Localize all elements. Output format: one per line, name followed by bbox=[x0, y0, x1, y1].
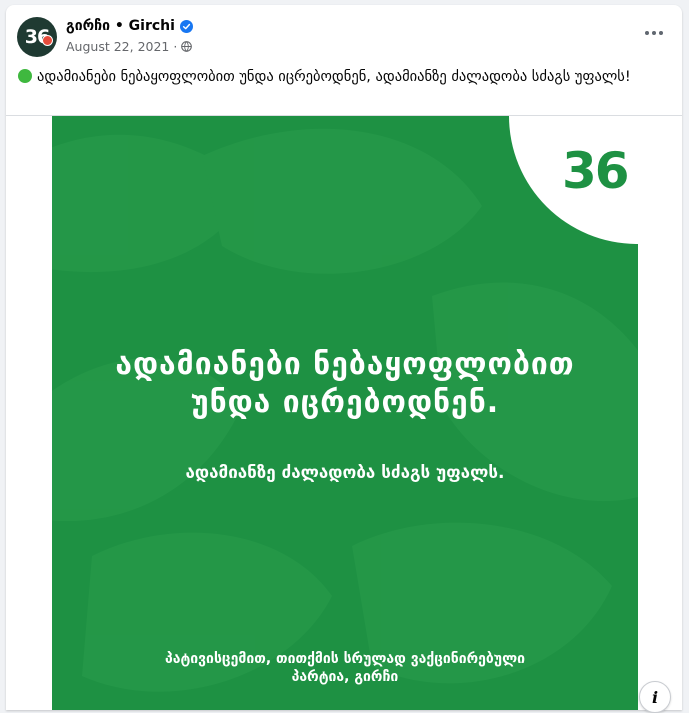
image-subhead: ადამიანზე ძალადობა სძაგს უფალს. bbox=[185, 463, 505, 483]
post-text-body: ადამიანები ნებაყოფლობით უნდა იცრებოდნენ,… bbox=[37, 69, 631, 85]
globe-icon[interactable] bbox=[181, 41, 193, 52]
page-avatar[interactable]: 36 bbox=[17, 17, 57, 57]
post-header: გირჩი • Girchi bbox=[66, 18, 193, 34]
page-name-link[interactable]: გირჩი • Girchi bbox=[66, 18, 175, 34]
headline-line-2: უნდა იცრებოდნენ. bbox=[190, 385, 500, 420]
more-dot bbox=[652, 31, 656, 35]
green-circle-emoji bbox=[18, 69, 32, 83]
avatar-dot bbox=[42, 35, 53, 46]
post-text: ადამიანები ნებაყოფლობით უნდა იცრებოდნენ,… bbox=[18, 67, 658, 88]
image-headline: ადამიანები ნებაყოფლობით უნდა იცრებოდნენ. bbox=[52, 346, 638, 422]
headline-line-1: ადამიანები ნებაყოფლობით bbox=[115, 347, 575, 382]
post-date-link[interactable]: August 22, 2021 bbox=[66, 39, 169, 54]
more-options-icon[interactable] bbox=[640, 23, 668, 43]
post-card: 36 გირჩი • Girchi August 22, 2021 · ადამ… bbox=[6, 5, 682, 710]
more-dot bbox=[659, 31, 663, 35]
info-icon[interactable]: i bbox=[639, 681, 671, 713]
more-dot bbox=[645, 31, 649, 35]
post-image[interactable]: 36 ადამიანები ნებაყოფლობით უნდა იცრებოდნ… bbox=[52, 116, 638, 710]
post-meta: August 22, 2021 · bbox=[66, 39, 193, 54]
image-logo-36: 36 bbox=[562, 142, 630, 200]
image-footer: პატივისცემით, თითქმის სრულად ვაქცინირებუ… bbox=[52, 650, 638, 686]
footer-line-2: პარტია, გირჩი bbox=[291, 669, 399, 685]
verified-badge-icon bbox=[179, 19, 193, 33]
footer-line-1: პატივისცემით, თითქმის სრულად ვაქცინირებუ… bbox=[164, 651, 526, 667]
meta-separator: · bbox=[173, 39, 178, 54]
